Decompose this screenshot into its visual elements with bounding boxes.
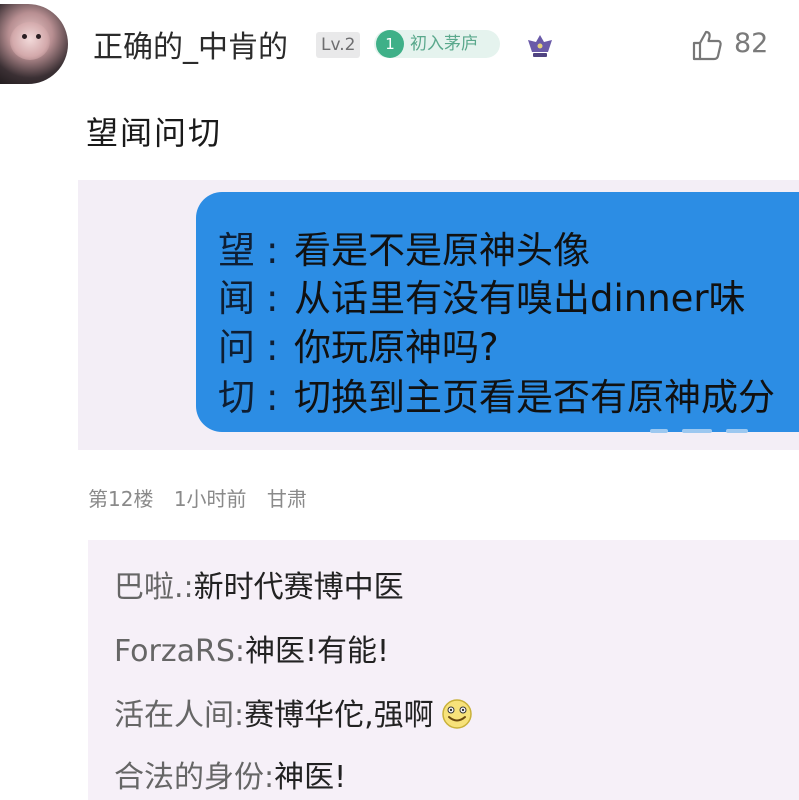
image-row-qie: 切: 切换到主页看是否有原神成分 (218, 367, 775, 421)
thumbs-up-icon[interactable] (690, 28, 724, 62)
level-badge: Lv.2 (316, 32, 361, 58)
reply-item[interactable]: 活在人间:赛博华佗,强啊 (114, 690, 474, 734)
image-row-wen2: 问: 你玩原神吗? (218, 317, 499, 371)
avatar-eye-right (36, 34, 41, 39)
reply-item[interactable]: 巴啦.:新时代赛博中医 (114, 562, 404, 606)
like-count: 82 (734, 28, 769, 59)
row-text: 切换到主页看是否有原神成分 (294, 376, 775, 419)
avatar-eye-left (22, 34, 27, 39)
post-time: 1小时前 (173, 487, 247, 511)
rank-badge-label: 初入茅庐 (410, 34, 478, 54)
bubble-status-dots (650, 429, 748, 433)
row-colon: : (266, 229, 279, 272)
reply-author[interactable]: 巴啦. (114, 570, 184, 605)
row-colon: : (266, 326, 279, 369)
post-location: 甘肃 (266, 487, 307, 511)
floor-number: 第12楼 (88, 487, 154, 511)
reply-item[interactable]: 合法的身份:神医! (114, 752, 346, 796)
image-row-wang: 望: 看是不是原神头像 (218, 220, 590, 274)
reply-colon: : (234, 634, 246, 669)
reply-text: 赛博华佗,强啊 (244, 698, 434, 733)
row-text: 看是不是原神头像 (294, 229, 590, 272)
row-text: 你玩原神吗? (294, 326, 499, 369)
reply-colon: : (183, 570, 194, 605)
post-meta: 第12楼 1小时前 甘肃 (88, 483, 321, 512)
row-key: 望 (218, 229, 255, 272)
gem-icon: 1 (376, 30, 404, 58)
row-key: 问 (218, 326, 255, 369)
row-colon: : (266, 376, 279, 419)
avatar-face (10, 22, 50, 60)
reply-text: 新时代赛博中医 (193, 570, 404, 605)
reply-author[interactable]: 活在人间 (114, 698, 234, 733)
crown-icon (528, 35, 552, 57)
row-key: 切 (218, 376, 255, 419)
reply-colon: : (234, 698, 245, 733)
reply-text: 神医!有能! (245, 634, 390, 669)
username[interactable]: 正确的_中肯的 (93, 22, 288, 66)
reply-author[interactable]: ForzaRS (114, 634, 235, 669)
reply-colon: : (264, 760, 275, 795)
row-text: 从话里有没有嗅出dinner味 (294, 277, 746, 320)
avatar[interactable] (0, 4, 68, 84)
row-key: 闻 (218, 277, 255, 320)
smile-emoji-icon (441, 699, 472, 729)
rank-badge: 1 初入茅庐 (374, 30, 500, 58)
reply-item[interactable]: ForzaRS:神医!有能! (114, 626, 389, 670)
reply-author[interactable]: 合法的身份 (114, 760, 264, 795)
post-title: 望闻问切 (86, 114, 223, 152)
reply-text: 神医! (274, 760, 347, 795)
image-row-wen: 闻: 从话里有没有嗅出dinner味 (218, 268, 746, 322)
row-colon: : (266, 277, 279, 320)
